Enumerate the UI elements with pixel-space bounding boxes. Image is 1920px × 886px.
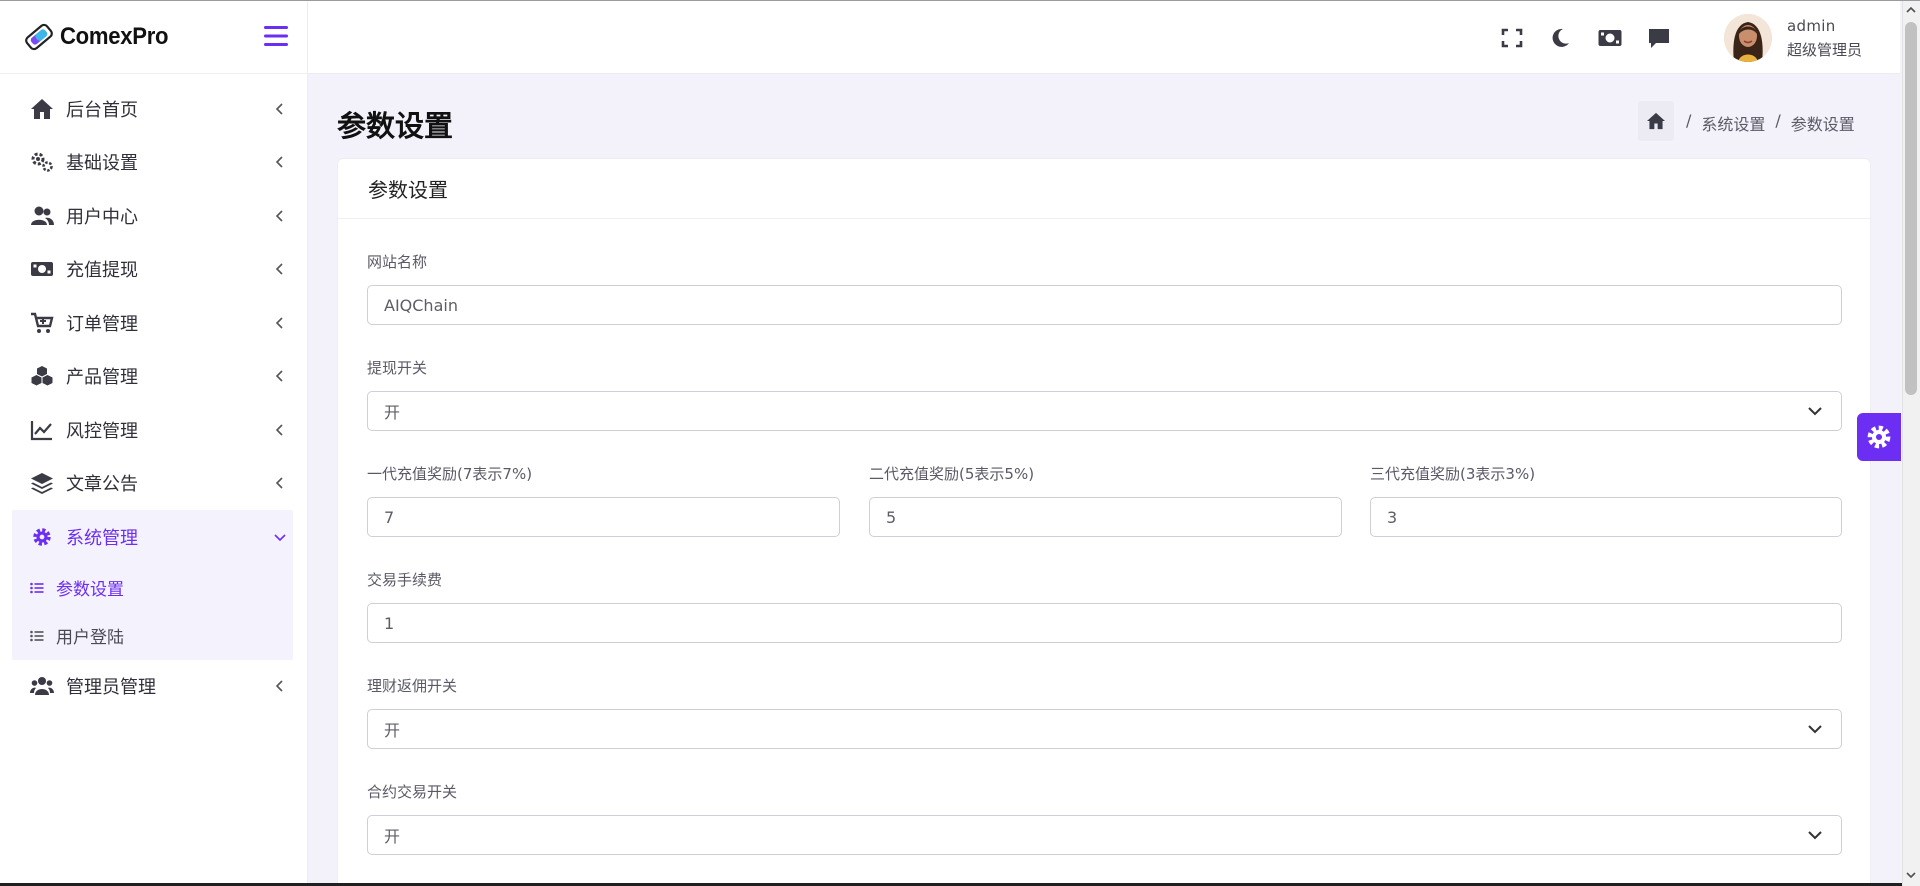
chevron-left-icon bbox=[275, 210, 283, 222]
page-title: 参数设置 bbox=[337, 109, 454, 143]
sidebar-item-label: 订单管理 bbox=[66, 313, 138, 335]
chevron-left-icon bbox=[275, 103, 283, 115]
chevron-down-icon bbox=[274, 534, 286, 541]
fullscreen-icon[interactable] bbox=[1500, 27, 1524, 49]
sidebar-item-label: 充值提现 bbox=[66, 260, 138, 282]
chevron-down-icon bbox=[1808, 725, 1822, 734]
finance-rebate-switch-label: 理财返佣开关 bbox=[367, 677, 458, 695]
cogs-icon bbox=[30, 151, 54, 173]
withdraw-switch-label: 提现开关 bbox=[367, 359, 428, 377]
select-value: 开 bbox=[384, 403, 401, 422]
trade-fee-input[interactable]: 1 bbox=[367, 603, 1842, 643]
sidebar: ComexPro 后台首页 基础设置 用户中心 充值提现 订单管理 产品管理 风… bbox=[0, 1, 308, 886]
scroll-down-arrow-icon[interactable] bbox=[1905, 870, 1917, 880]
sidebar-item-orders[interactable]: 订单管理 bbox=[12, 296, 293, 350]
chevron-left-icon bbox=[275, 477, 283, 489]
users-icon bbox=[30, 205, 54, 227]
message-icon[interactable] bbox=[1647, 27, 1671, 49]
sidebar-item-recharge-withdraw[interactable]: 充值提现 bbox=[12, 243, 293, 297]
comexpro-logo-icon bbox=[25, 23, 53, 51]
sidebar-subitem-label: 参数设置 bbox=[56, 580, 124, 600]
trade-fee-label: 交易手续费 bbox=[367, 571, 443, 589]
chevron-left-icon bbox=[275, 424, 283, 436]
brand-name: ComexPro bbox=[60, 23, 169, 50]
sidebar-item-basic-settings[interactable]: 基础设置 bbox=[12, 136, 293, 190]
line-chart-icon bbox=[30, 419, 54, 441]
sidebar-item-dashboard[interactable]: 后台首页 bbox=[12, 82, 293, 136]
brand: ComexPro bbox=[0, 1, 307, 74]
site-name-label: 网站名称 bbox=[367, 253, 428, 271]
sidebar-subitem-user-login[interactable]: 用户登陆 bbox=[12, 612, 293, 660]
theme-settings-button[interactable] bbox=[1857, 413, 1901, 461]
breadcrumb-separator: / bbox=[1775, 111, 1781, 130]
sidebar-item-label: 基础设置 bbox=[66, 153, 138, 175]
reward-level2-input[interactable]: 5 bbox=[869, 497, 1342, 537]
chevron-down-icon bbox=[1808, 407, 1822, 416]
chevron-down-icon bbox=[1808, 831, 1822, 840]
sidebar-item-label: 用户中心 bbox=[66, 206, 138, 228]
sidebar-item-label: 系统管理 bbox=[66, 527, 138, 549]
gear-icon bbox=[30, 526, 54, 548]
reward-level2-label: 二代充值奖励(5表示5%) bbox=[869, 465, 1035, 483]
scroll-up-arrow-icon[interactable] bbox=[1905, 5, 1917, 15]
layers-icon bbox=[30, 472, 54, 495]
sidebar-item-system-management[interactable]: 系统管理 bbox=[12, 510, 293, 564]
breadcrumb-home-button[interactable] bbox=[1638, 101, 1674, 141]
withdraw-switch-select[interactable]: 开 bbox=[367, 391, 1842, 431]
chevron-left-icon bbox=[275, 370, 283, 382]
sidebar-item-products[interactable]: 产品管理 bbox=[12, 350, 293, 404]
sidebar-item-label: 后台首页 bbox=[66, 99, 138, 121]
sidebar-subitem-parameter-settings[interactable]: 参数设置 bbox=[12, 564, 293, 612]
hamburger-menu-icon[interactable] bbox=[264, 25, 288, 47]
breadcrumb-item: 参数设置 bbox=[1790, 115, 1855, 134]
sidebar-subitem-label: 用户登陆 bbox=[56, 628, 124, 648]
breadcrumb-separator: / bbox=[1686, 111, 1692, 130]
reward-level1-input[interactable]: 7 bbox=[367, 497, 840, 537]
moon-icon[interactable] bbox=[1548, 27, 1572, 49]
breadcrumb: / 系统设置 / 参数设置 bbox=[1686, 111, 1855, 135]
money-icon bbox=[30, 258, 54, 280]
select-value: 开 bbox=[384, 721, 401, 740]
sidebar-item-label: 风控管理 bbox=[66, 420, 138, 442]
finance-rebate-switch-select[interactable]: 开 bbox=[367, 709, 1842, 749]
chevron-left-icon bbox=[275, 317, 283, 329]
sidebar-item-label: 产品管理 bbox=[66, 367, 138, 389]
contract-trade-switch-select[interactable]: 开 bbox=[367, 815, 1842, 855]
chevron-left-icon bbox=[275, 156, 283, 168]
reward-level3-input[interactable]: 3 bbox=[1370, 497, 1842, 537]
card-title: 参数设置 bbox=[338, 159, 1870, 219]
avatar[interactable] bbox=[1724, 14, 1772, 62]
scrollbar-thumb[interactable] bbox=[1905, 22, 1917, 395]
site-name-input[interactable]: AIQChain bbox=[367, 285, 1842, 325]
money-icon[interactable] bbox=[1598, 27, 1622, 49]
settings-card: 参数设置 网站名称 AIQChain 提现开关 开 一代充值奖励(7表示7%) … bbox=[337, 158, 1871, 886]
user-group-icon bbox=[30, 675, 54, 697]
sidebar-item-admin-management[interactable]: 管理员管理 bbox=[12, 660, 293, 714]
chevron-left-icon bbox=[275, 263, 283, 275]
sidebar-item-risk-control[interactable]: 风控管理 bbox=[12, 403, 293, 457]
user-role: 超级管理员 bbox=[1787, 41, 1863, 59]
home-icon bbox=[30, 98, 54, 120]
cubes-icon bbox=[30, 365, 54, 387]
list-icon bbox=[30, 630, 44, 641]
breadcrumb-item[interactable]: 系统设置 bbox=[1701, 111, 1765, 135]
sidebar-item-label: 文章公告 bbox=[66, 474, 138, 496]
sidebar-item-user-center[interactable]: 用户中心 bbox=[12, 189, 293, 243]
reward-level3-label: 三代充值奖励(3表示3%) bbox=[1370, 465, 1536, 483]
select-value: 开 bbox=[384, 827, 401, 846]
contract-trade-switch-label: 合约交易开关 bbox=[367, 783, 458, 801]
home-icon bbox=[1647, 112, 1665, 130]
cart-icon bbox=[30, 312, 54, 334]
sidebar-group-system: 系统管理 参数设置 用户登陆 bbox=[12, 510, 293, 660]
chevron-left-icon bbox=[275, 680, 283, 692]
sidebar-menu: 后台首页 基础设置 用户中心 充值提现 订单管理 产品管理 风控管理 文章公告 … bbox=[0, 74, 307, 713]
list-icon bbox=[30, 582, 44, 593]
sidebar-item-label: 管理员管理 bbox=[66, 677, 156, 699]
gear-icon bbox=[1867, 425, 1891, 449]
sidebar-item-articles[interactable]: 文章公告 bbox=[12, 457, 293, 511]
top-header: admin 超级管理员 bbox=[308, 1, 1900, 74]
reward-level1-label: 一代充值奖励(7表示7%) bbox=[367, 465, 533, 483]
user-name: admin bbox=[1787, 17, 1836, 35]
